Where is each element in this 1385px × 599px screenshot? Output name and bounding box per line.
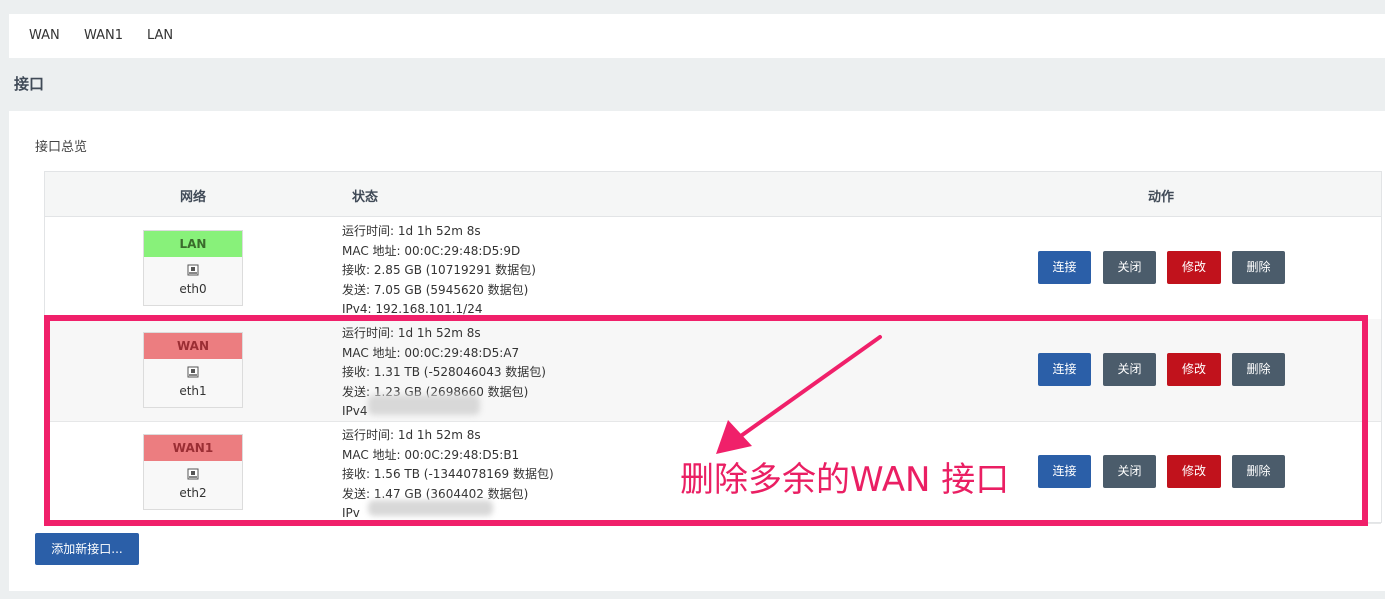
annotation-text: 删除多余的WAN 接口 bbox=[680, 460, 1010, 500]
annotation-arrow-icon bbox=[716, 335, 882, 454]
